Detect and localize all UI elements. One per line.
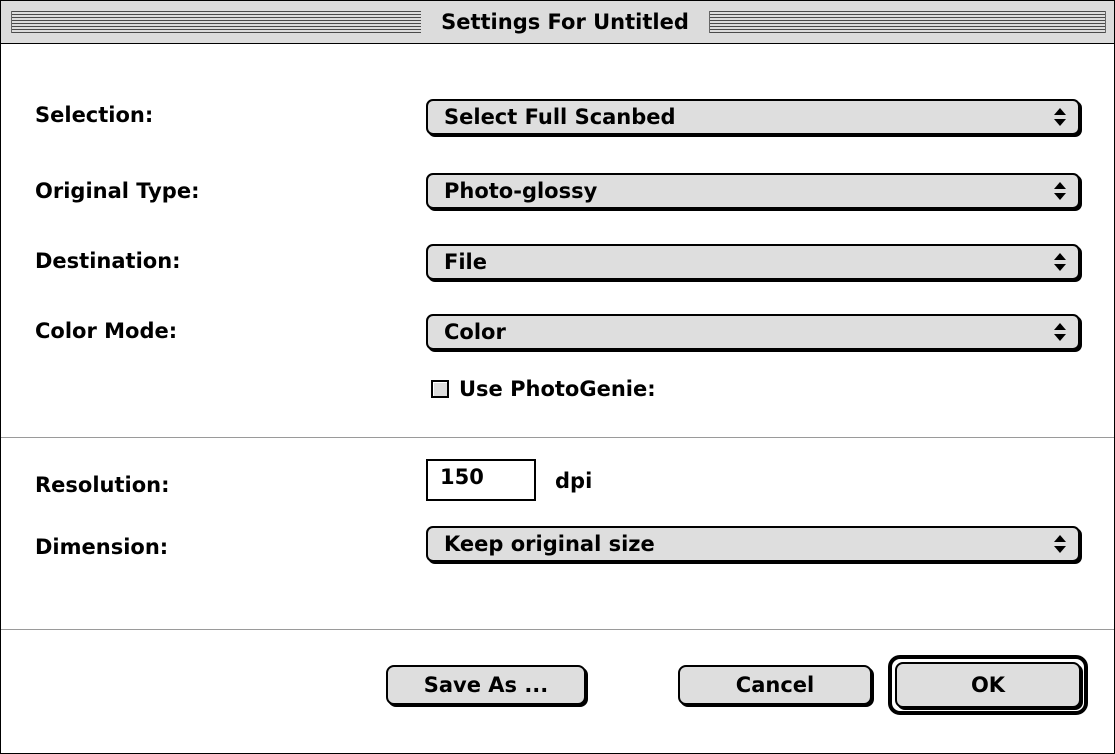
updown-arrows-icon [1054, 323, 1066, 341]
color-mode-value: Color [444, 320, 506, 344]
settings-dialog: Settings For Untitled Selection: Select … [0, 0, 1115, 754]
updown-arrows-icon [1054, 182, 1066, 200]
photogenie-checkbox[interactable] [431, 380, 449, 398]
photogenie-label[interactable]: Use PhotoGenie: [459, 376, 656, 402]
color-mode-popup[interactable]: Color [426, 314, 1080, 350]
updown-arrows-icon [1054, 108, 1066, 126]
original-type-popup[interactable]: Photo-glossy [426, 173, 1080, 209]
color-mode-label: Color Mode: [35, 319, 178, 343]
divider-bottom [1, 629, 1114, 630]
divider-top [1, 437, 1114, 438]
dimension-popup[interactable]: Keep original size [426, 526, 1080, 562]
title-bar-stripes-right [709, 11, 1106, 33]
destination-label: Destination: [35, 249, 181, 273]
title-bar-stripes-left [11, 11, 423, 33]
save-as-button[interactable]: Save As ... [386, 665, 586, 705]
cancel-button[interactable]: Cancel [678, 665, 872, 705]
destination-popup[interactable]: File [426, 244, 1080, 280]
resolution-label: Resolution: [35, 473, 170, 497]
updown-arrows-icon [1054, 253, 1066, 271]
dimension-value: Keep original size [444, 532, 655, 556]
window-title: Settings For Untitled [421, 1, 709, 43]
ok-button[interactable]: OK [895, 662, 1081, 708]
resolution-unit: dpi [555, 469, 593, 493]
original-type-label: Original Type: [35, 179, 200, 203]
destination-value: File [444, 250, 487, 274]
selection-label: Selection: [35, 103, 154, 127]
title-bar[interactable]: Settings For Untitled [1, 1, 1114, 44]
dimension-label: Dimension: [35, 535, 169, 559]
selection-popup[interactable]: Select Full Scanbed [426, 99, 1080, 135]
original-type-value: Photo-glossy [444, 179, 598, 203]
resolution-input[interactable]: 150 [426, 459, 536, 501]
updown-arrows-icon [1054, 535, 1066, 553]
selection-value: Select Full Scanbed [444, 105, 676, 129]
